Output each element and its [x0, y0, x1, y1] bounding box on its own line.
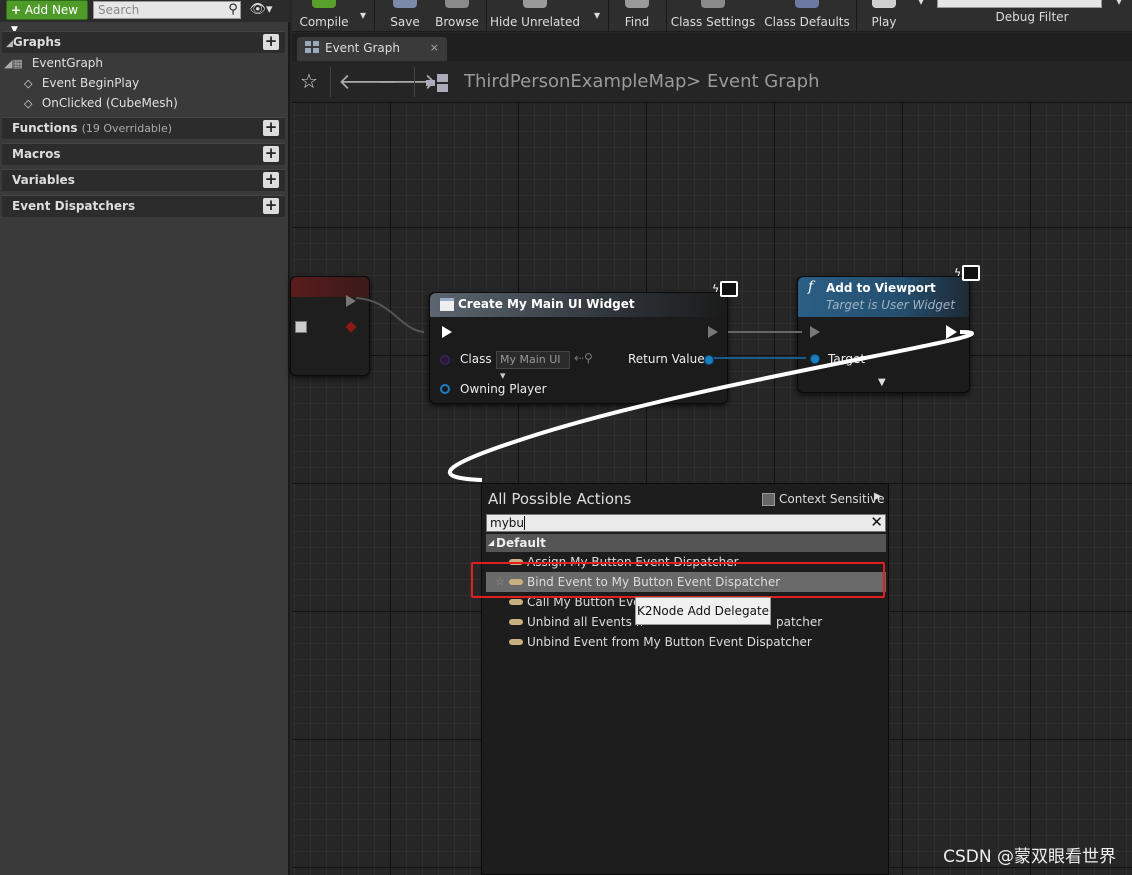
add-new-button[interactable]: + Add New ▼ — [6, 0, 88, 35]
hide-unrelated-dropdown[interactable]: ▾ — [590, 0, 604, 32]
widget-icon — [440, 298, 454, 311]
category-variables[interactable]: Variables + — [2, 169, 285, 191]
class-defaults-button[interactable]: Class Defaults — [762, 0, 852, 32]
breadcrumb-map[interactable]: ThirdPersonExampleMap — [464, 71, 686, 92]
target-pin[interactable] — [810, 354, 820, 364]
category-default[interactable]: ◢ Default — [486, 534, 886, 552]
event-dispatcher-icon — [509, 599, 523, 605]
category-event-dispatchers[interactable]: Event Dispatchers + — [2, 195, 285, 217]
browse-button[interactable]: Browse — [432, 0, 482, 32]
view-options-icon[interactable]: 👁▾ — [246, 1, 276, 19]
tree-item-onclicked[interactable]: ◇ OnClicked (CubeMesh) — [24, 96, 178, 110]
tooltip: K2Node Add Delegate — [635, 597, 771, 625]
graph-icon: ◢▦ — [4, 57, 23, 70]
tree-item-event-beginplay[interactable]: ◇ Event BeginPlay — [24, 76, 139, 90]
exec-in-pin[interactable] — [442, 326, 452, 338]
tab-event-graph[interactable]: Event Graph × — [297, 37, 447, 61]
breadcrumb-separator: > — [686, 71, 702, 92]
play-button[interactable]: Play — [860, 0, 908, 32]
panel-toolbar: + Add New ▼ Search ⚲ 👁▾ — [0, 0, 290, 35]
document-tab-bar: Event Graph × — [292, 33, 1132, 61]
expand-arrow-icon[interactable]: ▼ — [878, 377, 886, 388]
exec-in-pin[interactable] — [810, 326, 820, 338]
save-button[interactable]: Save — [380, 0, 430, 32]
debug-filter-label: Debug Filter — [995, 10, 1069, 24]
checkbox[interactable] — [295, 321, 307, 333]
pin-icon — [345, 321, 357, 333]
create-widget-node[interactable]: Create My Main UI Widget Class My Main U… — [429, 292, 728, 404]
search-icon[interactable]: ⚲ — [224, 1, 242, 19]
context-sensitive-checkbox[interactable] — [762, 493, 775, 506]
my-blueprint-panel: + Add New ▼ Search ⚲ 👁▾ ◢Graphs + ◢▦ Eve… — [0, 0, 290, 875]
close-icon[interactable]: × — [430, 37, 439, 59]
action-search-input[interactable]: mybu ✕ — [486, 514, 886, 532]
return-value-pin[interactable] — [704, 355, 714, 365]
add-macro-button[interactable]: + — [263, 146, 279, 162]
use-selected-icon[interactable]: ⇠⚲ — [574, 351, 593, 365]
close-icon[interactable]: ✕ — [870, 514, 883, 530]
graph-icon — [305, 41, 319, 53]
lightning-icon: ϟ — [712, 282, 720, 295]
graph-icon — [426, 74, 448, 92]
event-dispatcher-icon — [509, 619, 523, 625]
class-select[interactable]: My Main UI ▾ — [496, 351, 570, 382]
debug-filter-dropdown[interactable]: ▾ — [1112, 0, 1126, 32]
hide-unrelated-icon — [523, 0, 547, 8]
search-input[interactable]: Search — [93, 1, 241, 19]
class-defaults-icon — [795, 0, 819, 8]
add-to-viewport-node[interactable]: f Add to Viewport Target is User Widget … — [797, 276, 970, 393]
client-only-monitor-icon — [720, 281, 738, 297]
plus-icon: + — [11, 3, 22, 17]
play-icon — [872, 0, 896, 8]
find-button[interactable]: Find — [614, 0, 660, 32]
star-icon[interactable]: ☆ — [300, 69, 318, 93]
watermark: CSDN @蒙双眼看世界 — [943, 847, 1116, 867]
save-icon — [393, 0, 417, 8]
menu-item-unbind-event[interactable]: Unbind Event from My Button Event Dispat… — [486, 632, 886, 652]
add-event-dispatcher-button[interactable]: + — [263, 198, 279, 214]
lightning-icon: ϟ — [954, 266, 962, 279]
add-graph-button[interactable]: + — [263, 34, 279, 50]
add-variable-button[interactable]: + — [263, 172, 279, 188]
hide-unrelated-button[interactable]: Hide Unrelated — [490, 0, 580, 32]
play-options-dropdown[interactable]: ▾ — [914, 0, 928, 32]
chevron-right-icon[interactable]: ▶ — [874, 491, 882, 502]
class-pin[interactable] — [440, 355, 450, 365]
exec-out-pin[interactable] — [946, 325, 957, 339]
add-function-button[interactable]: + — [263, 120, 279, 136]
event-diamond-icon: ◇ — [24, 97, 33, 110]
action-menu: All Possible Actions Context Sensitive ▶… — [481, 483, 889, 875]
owning-player-pin[interactable] — [440, 384, 450, 394]
category-graphs[interactable]: ◢Graphs + — [2, 31, 285, 53]
category-functions[interactable]: Functions (19 Overridable) + — [2, 117, 285, 139]
compile-icon — [312, 0, 336, 8]
partial-node[interactable] — [290, 276, 370, 376]
event-diamond-icon: ◇ — [24, 77, 33, 90]
client-only-monitor-icon — [962, 265, 980, 281]
class-settings-button[interactable]: Class Settings — [670, 0, 756, 32]
tree-item-eventgraph[interactable]: ◢▦ EventGraph — [4, 56, 103, 70]
compile-options-dropdown[interactable]: ▾ — [356, 0, 370, 32]
event-dispatcher-icon — [509, 639, 523, 645]
class-settings-icon — [701, 0, 725, 8]
category-macros[interactable]: Macros + — [2, 143, 285, 165]
blueprint-toolbar: Compile ▾ Save Browse Hide Unrelated ▾ F… — [292, 0, 1132, 32]
exec-out-pin[interactable] — [708, 326, 718, 338]
function-icon: f — [808, 279, 814, 295]
compile-button[interactable]: Compile — [294, 0, 354, 32]
annotation-highlight-box — [471, 562, 885, 598]
graph-breadcrumb-bar: ☆ 🡐 🡒 ThirdPersonExampleMap > Event Grap… — [292, 61, 1132, 103]
browse-icon — [445, 0, 469, 8]
find-icon — [625, 0, 649, 8]
breadcrumb-event-graph[interactable]: Event Graph — [707, 71, 820, 92]
